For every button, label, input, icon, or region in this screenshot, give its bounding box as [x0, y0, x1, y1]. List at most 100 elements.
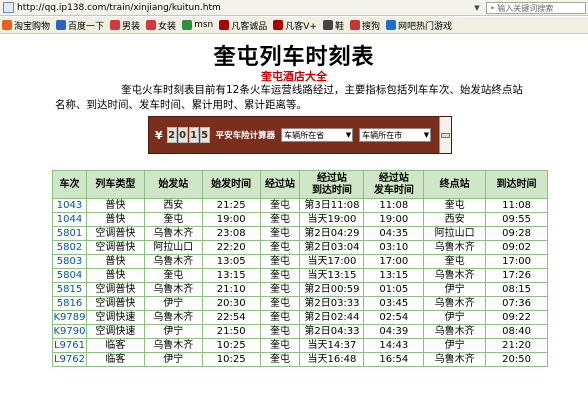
table-cell: 伊宁: [423, 310, 487, 325]
table-cell: 21:20: [485, 338, 548, 353]
table-cell: 普快: [85, 198, 145, 213]
favorite-label: 凡客诚品: [231, 21, 268, 32]
province-select[interactable]: 车辆所在省 ▼: [281, 128, 354, 142]
train-number-link[interactable]: K9789: [52, 310, 87, 325]
column-header: 始发站: [143, 170, 203, 199]
url-field[interactable]: http://qq.ip138.com/train/xinjiang/kuitu…: [17, 3, 472, 13]
favorite-item[interactable]: 鞋: [322, 19, 344, 32]
train-number-link[interactable]: 1044: [52, 212, 87, 227]
table-cell: 14:43: [363, 338, 425, 353]
table-cell: 阿拉山口: [143, 240, 203, 255]
table-cell: 09:02: [485, 240, 548, 255]
train-number-link[interactable]: 5804: [52, 268, 87, 283]
table-cell: 当天13:15: [299, 268, 365, 283]
column-header: 经过站 到达时间: [299, 170, 365, 199]
table-row: 5803 普快 乌鲁木齐 13:05 奎屯 当天17:00 17:00 奎屯 17:00: [52, 254, 548, 269]
favorite-item[interactable]: 凡客V+: [273, 19, 317, 32]
column-header: 列车类型: [85, 170, 145, 199]
table-cell: 乌鲁木齐: [143, 282, 203, 297]
table-row: 5816 空调普快 伊宁 20:30 奎屯 第2日03:33 03:45 乌鲁木齐 07:36: [52, 296, 548, 311]
table-cell: 乌鲁木齐: [423, 240, 487, 255]
column-header: 到达时间: [485, 170, 548, 199]
table-cell: 17:00: [485, 254, 548, 269]
favorites-bar: 淘宝购物 百度一下 男装 女装 msn 凡客诚品 凡客V+ 鞋 搜狗 网吧热门游戏: [0, 17, 588, 34]
table-cell: 奎屯: [259, 212, 301, 227]
year-digit: 2: [166, 127, 177, 143]
table-cell: 09:28: [485, 226, 548, 241]
train-number-link[interactable]: 5816: [52, 296, 87, 311]
train-number-link[interactable]: 5815: [52, 282, 87, 297]
table-cell: 乌鲁木齐: [423, 296, 487, 311]
train-number-link[interactable]: L9762: [52, 352, 87, 367]
table-cell: 奎屯: [259, 268, 301, 283]
favorite-label: 男装: [122, 21, 141, 32]
url-dropdown-icon[interactable]: ▼: [472, 3, 482, 13]
train-number-link[interactable]: K9790: [52, 324, 87, 339]
vancl-icon: [219, 20, 230, 30]
table-cell: 22:54: [201, 310, 261, 325]
table-cell: 奎屯: [143, 268, 203, 283]
table-cell: 01:05: [363, 282, 425, 297]
chevron-down-icon: ▼: [345, 131, 352, 139]
table-cell: 西安: [423, 212, 487, 227]
table-cell: 奎屯: [259, 240, 301, 255]
table-row: L9761 临客 乌鲁木齐 10:25 奎屯 当天14:37 14:43 伊宁 21:20: [52, 338, 548, 353]
column-header: 始发时间: [201, 170, 261, 199]
favorite-item[interactable]: 凡客诚品: [219, 19, 267, 32]
table-cell: 临客: [85, 352, 145, 367]
table-cell: 02:54: [363, 310, 425, 325]
table-cell: 19:00: [363, 212, 425, 227]
table-cell: 第2日00:59: [299, 282, 365, 297]
table-cell: 伊宁: [423, 338, 487, 353]
favorite-label: 百度一下: [68, 21, 105, 32]
table-cell: 奎屯: [259, 254, 301, 269]
favorite-item[interactable]: 女装: [146, 19, 176, 32]
train-number-link[interactable]: 5803: [52, 254, 87, 269]
msn-icon: [182, 20, 193, 30]
table-cell: 21:10: [201, 282, 261, 297]
hotel-list-link[interactable]: 奎屯酒店大全: [0, 68, 588, 84]
year-digits: 2015: [166, 127, 211, 143]
search-input[interactable]: • 输入关键词搜索: [486, 1, 586, 14]
table-cell: 空调快速: [85, 324, 145, 339]
table-cell: 第2日03:33: [299, 296, 365, 311]
train-number-link[interactable]: L9761: [52, 338, 87, 353]
table-cell: 10:25: [201, 338, 261, 353]
city-select[interactable]: 车辆所在市 ▼: [359, 128, 432, 142]
table-cell: 13:15: [363, 268, 425, 283]
table-cell: 17:26: [485, 268, 548, 283]
yen-symbol: ¥: [155, 128, 163, 142]
table-cell: 13:15: [201, 268, 261, 283]
banner-side-control[interactable]: [439, 117, 451, 153]
train-number-link[interactable]: 1043: [52, 198, 87, 213]
table-cell: 13:05: [201, 254, 261, 269]
tag-icon: [110, 20, 121, 30]
table-row: 1043 普快 西安 21:25 奎屯 第3日11:08 11:08 奎屯 11:08: [52, 198, 548, 213]
favorite-label: 网吧热门游戏: [397, 21, 452, 32]
table-cell: 11:08: [363, 198, 425, 213]
table-cell: 20:30: [201, 296, 261, 311]
favorite-label: 搜狗: [361, 21, 380, 32]
table-cell: 第3日11:08: [299, 198, 365, 213]
table-cell: 奎屯: [143, 212, 203, 227]
train-number-link[interactable]: 5802: [52, 240, 87, 255]
favorite-item[interactable]: 搜狗: [349, 19, 380, 32]
table-cell: 第2日04:33: [299, 324, 365, 339]
favorite-item[interactable]: 百度一下: [56, 19, 104, 32]
table-cell: 奎屯: [259, 352, 301, 367]
favorite-item[interactable]: 淘宝购物: [2, 19, 50, 32]
table-cell: 乌鲁木齐: [423, 352, 487, 367]
train-number-link[interactable]: 5801: [52, 226, 87, 241]
page-icon: [3, 2, 14, 13]
car-insurance-banner[interactable]: ¥ 2015 平安车险计算器 车辆所在省 ▼ 车辆所在市 ▼: [148, 116, 452, 154]
table-cell: 10:25: [201, 352, 261, 367]
table-cell: 空调普快: [85, 240, 145, 255]
favorite-item[interactable]: 网吧热门游戏: [385, 19, 452, 32]
favorite-item[interactable]: msn: [182, 20, 213, 30]
favorite-item[interactable]: 男装: [110, 19, 140, 32]
table-cell: 奎屯: [259, 296, 301, 311]
chevron-down-icon: ▼: [423, 131, 430, 139]
table-cell: 普快: [85, 268, 145, 283]
table-cell: 04:35: [363, 226, 425, 241]
table-row: 5815 空调普快 乌鲁木齐 21:10 奎屯 第2日00:59 01:05 伊宁 08:15: [52, 282, 548, 297]
